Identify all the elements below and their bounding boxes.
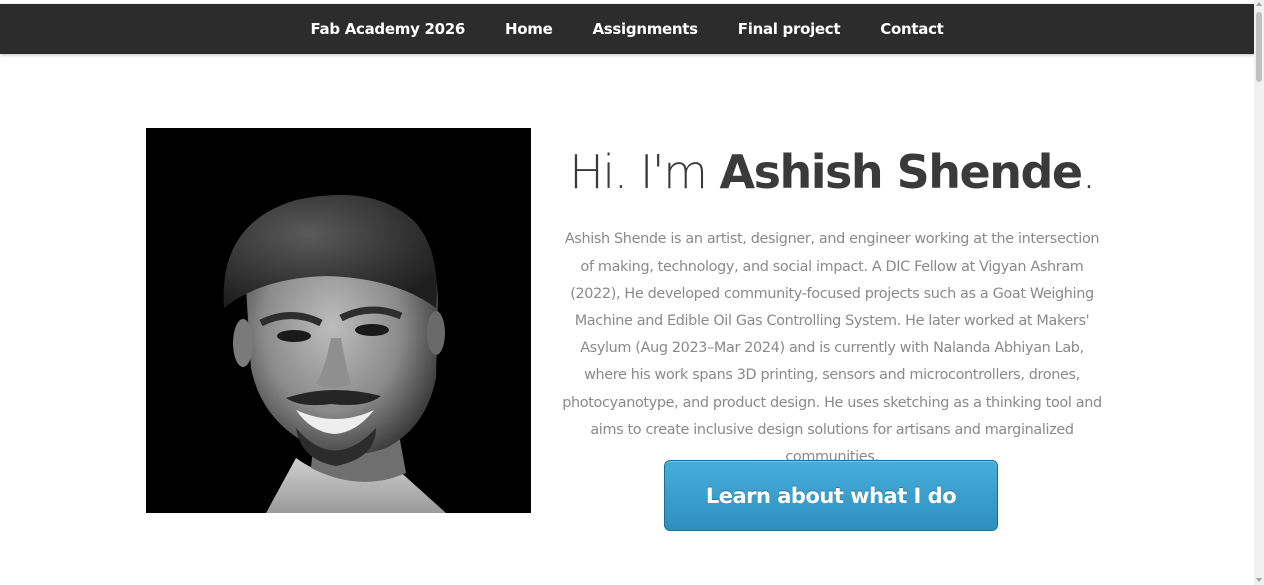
page-title: Hi. I'm Ashish Shende. — [562, 145, 1102, 199]
bio-paragraph: Ashish Shende is an artist, designer, an… — [562, 231, 1102, 466]
nav-list: Fab Academy 2026 Home Assignments Final … — [290, 20, 963, 38]
title-period: . — [1081, 144, 1097, 199]
person-name: Ashish Shende — [719, 144, 1084, 199]
nav-item-home[interactable]: Home — [485, 20, 572, 38]
greeting-text: Hi. I'm — [569, 144, 720, 199]
hero-section: Hi. I'm Ashish Shende. Ashish Shende is … — [0, 54, 1254, 585]
scroll-down-arrow-icon[interactable] — [1256, 578, 1262, 582]
learn-more-button[interactable]: Learn about what I do — [664, 460, 998, 531]
top-navbar: Fab Academy 2026 Home Assignments Final … — [0, 4, 1254, 54]
scrollbar-thumb[interactable] — [1256, 12, 1262, 82]
scroll-up-arrow-icon[interactable] — [1256, 2, 1262, 6]
vertical-scrollbar[interactable] — [1254, 0, 1264, 585]
page: Fab Academy 2026 Home Assignments Final … — [0, 0, 1264, 585]
nav-item-fab-academy[interactable]: Fab Academy 2026 — [290, 20, 485, 38]
profile-photo — [146, 128, 531, 513]
nav-item-assignments[interactable]: Assignments — [572, 20, 717, 38]
portrait-illustration — [146, 128, 531, 513]
nav-item-final-project[interactable]: Final project — [718, 20, 860, 38]
nav-item-contact[interactable]: Contact — [860, 20, 963, 38]
